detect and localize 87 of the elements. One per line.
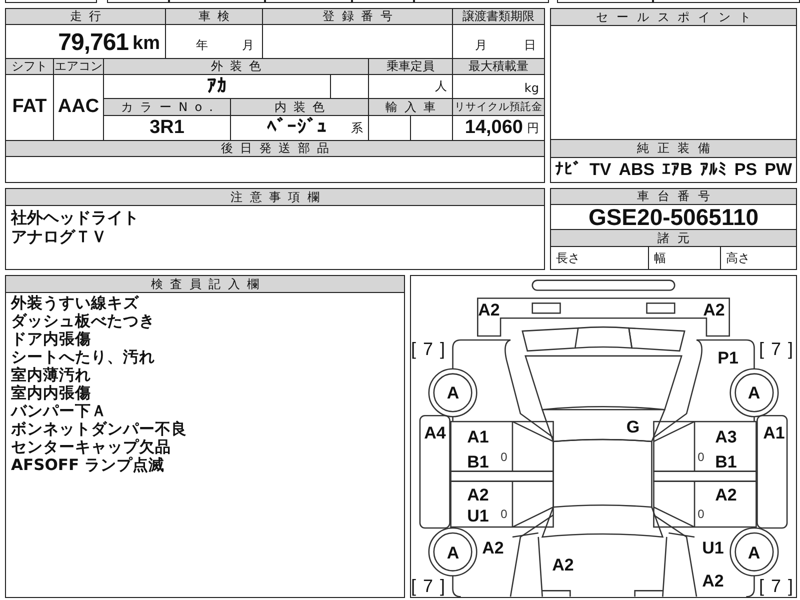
- unit-label: kg: [524, 81, 539, 97]
- inspector-note-line: ボンネットダンパー不良: [10, 420, 188, 438]
- equipment-item: ｱﾙﾐ: [700, 160, 727, 180]
- damage-code: A2: [478, 302, 500, 318]
- damage-code: A2: [702, 572, 724, 590]
- column-header: 輸入車: [369, 99, 452, 115]
- unit-label: km: [132, 33, 160, 56]
- equipment-item: PS: [734, 160, 758, 180]
- inspector-note-line: センターキャップ欠品: [10, 438, 172, 456]
- note-line: アナログＴＶ: [10, 227, 108, 246]
- damage-code: A2: [715, 486, 737, 504]
- interior-color-value: ﾍﾞｰｼﾞｭ: [267, 116, 327, 139]
- column-header: 登録番号: [263, 9, 452, 24]
- exterior-color-value: ｱｶ: [207, 74, 227, 98]
- minor-mark: 0: [698, 508, 704, 520]
- shift-value: FAT: [12, 96, 47, 118]
- equipment-item: ﾅﾋﾞ: [555, 160, 582, 180]
- unit-label: 円: [527, 120, 539, 137]
- column-header: 乗車定員: [369, 59, 452, 74]
- inspector-note-line: ダッシュ板べたつき: [10, 312, 156, 330]
- column-header: 後日発送部品: [6, 141, 544, 156]
- damage-code: P1: [718, 350, 738, 366]
- minor-mark: 0: [500, 508, 508, 520]
- inspector-note-line: ドア内張傷: [10, 330, 92, 348]
- damage-code: A1: [467, 428, 489, 446]
- column-header: 内装色: [231, 99, 368, 115]
- mileage-value: 79,761: [58, 29, 129, 57]
- column-header: シフト: [6, 59, 53, 74]
- recycling-fee-value: 14,060: [464, 117, 523, 139]
- damage-code: U1: [467, 508, 489, 524]
- color-number-value: 3R1: [150, 116, 184, 138]
- panel-number: [ 7 ]: [411, 577, 445, 595]
- unit-label: 月: [475, 37, 487, 54]
- column-header: カラーNo.: [104, 99, 230, 115]
- damage-code: A: [446, 544, 460, 562]
- unit-label: 年: [196, 37, 208, 54]
- aircon-value: AAC: [58, 96, 100, 118]
- damage-code: A1: [763, 424, 785, 442]
- column-header: 最大積載量: [453, 59, 544, 74]
- damage-code: A2: [703, 302, 725, 318]
- column-header: 車検: [166, 9, 262, 24]
- column-header: 譲渡書類期限: [453, 9, 544, 24]
- column-header: リサイクル預託金: [453, 99, 544, 115]
- damage-code: A3: [715, 428, 737, 446]
- damage-code: A2: [467, 486, 489, 504]
- column-header: 外装色: [104, 59, 368, 74]
- panel-number: [ 7 ]: [759, 577, 793, 595]
- section-header: 検査員記入欄: [6, 276, 404, 293]
- equipment-item: TV: [590, 160, 612, 180]
- damage-code: A: [748, 384, 760, 402]
- unit-label: 日: [524, 37, 536, 54]
- spec-cell: 幅: [648, 247, 720, 269]
- damage-code: A2: [482, 540, 504, 556]
- minor-mark: 0: [698, 451, 704, 463]
- unit-label: 人: [435, 78, 447, 95]
- spec-cell-text: 長さ: [555, 250, 581, 266]
- equipment-item: ABS: [618, 160, 655, 180]
- damage-code: U1: [702, 540, 724, 556]
- equipment-item: ｴｱB: [662, 160, 692, 180]
- inspector-note-line: 室内内張傷: [10, 384, 92, 402]
- damage-code: A2: [552, 556, 574, 574]
- spec-cell: 高さ: [720, 247, 796, 269]
- damage-code: A: [446, 384, 460, 402]
- section-header: 注意事項欄: [6, 189, 544, 206]
- column-header: 走行: [6, 9, 165, 24]
- inspector-note-line: 室内薄汚れ: [10, 366, 92, 384]
- inspector-note-line: AFSOFF ランプ点滅: [10, 456, 166, 474]
- inspector-note-line: バンパー下Ａ: [10, 402, 108, 420]
- section-header: 車台番号: [551, 189, 796, 205]
- section-header: 純正装備: [551, 140, 796, 157]
- damage-code: B1: [715, 454, 737, 470]
- panel-number: [ 7 ]: [411, 340, 445, 358]
- inspector-note-line: 外装うすい線キズ: [10, 294, 140, 312]
- note-line: 社外ヘッドライト: [10, 208, 140, 227]
- unit-label: 系: [351, 120, 363, 137]
- section-header: セールスポイント: [551, 9, 796, 26]
- damage-code: B1: [467, 454, 489, 470]
- panel-number: [ 7 ]: [759, 340, 793, 358]
- inspector-note-line: シートへたり、汚れ: [10, 348, 156, 366]
- equipment-item: PW: [764, 160, 792, 180]
- damage-code: G: [626, 418, 640, 436]
- minor-mark: 0: [500, 451, 508, 463]
- section-header: 諸元: [551, 230, 796, 246]
- column-header: エアコン: [54, 59, 103, 74]
- unit-label: 月: [242, 37, 254, 54]
- damage-code: A: [748, 544, 760, 562]
- damage-code: A4: [424, 424, 446, 442]
